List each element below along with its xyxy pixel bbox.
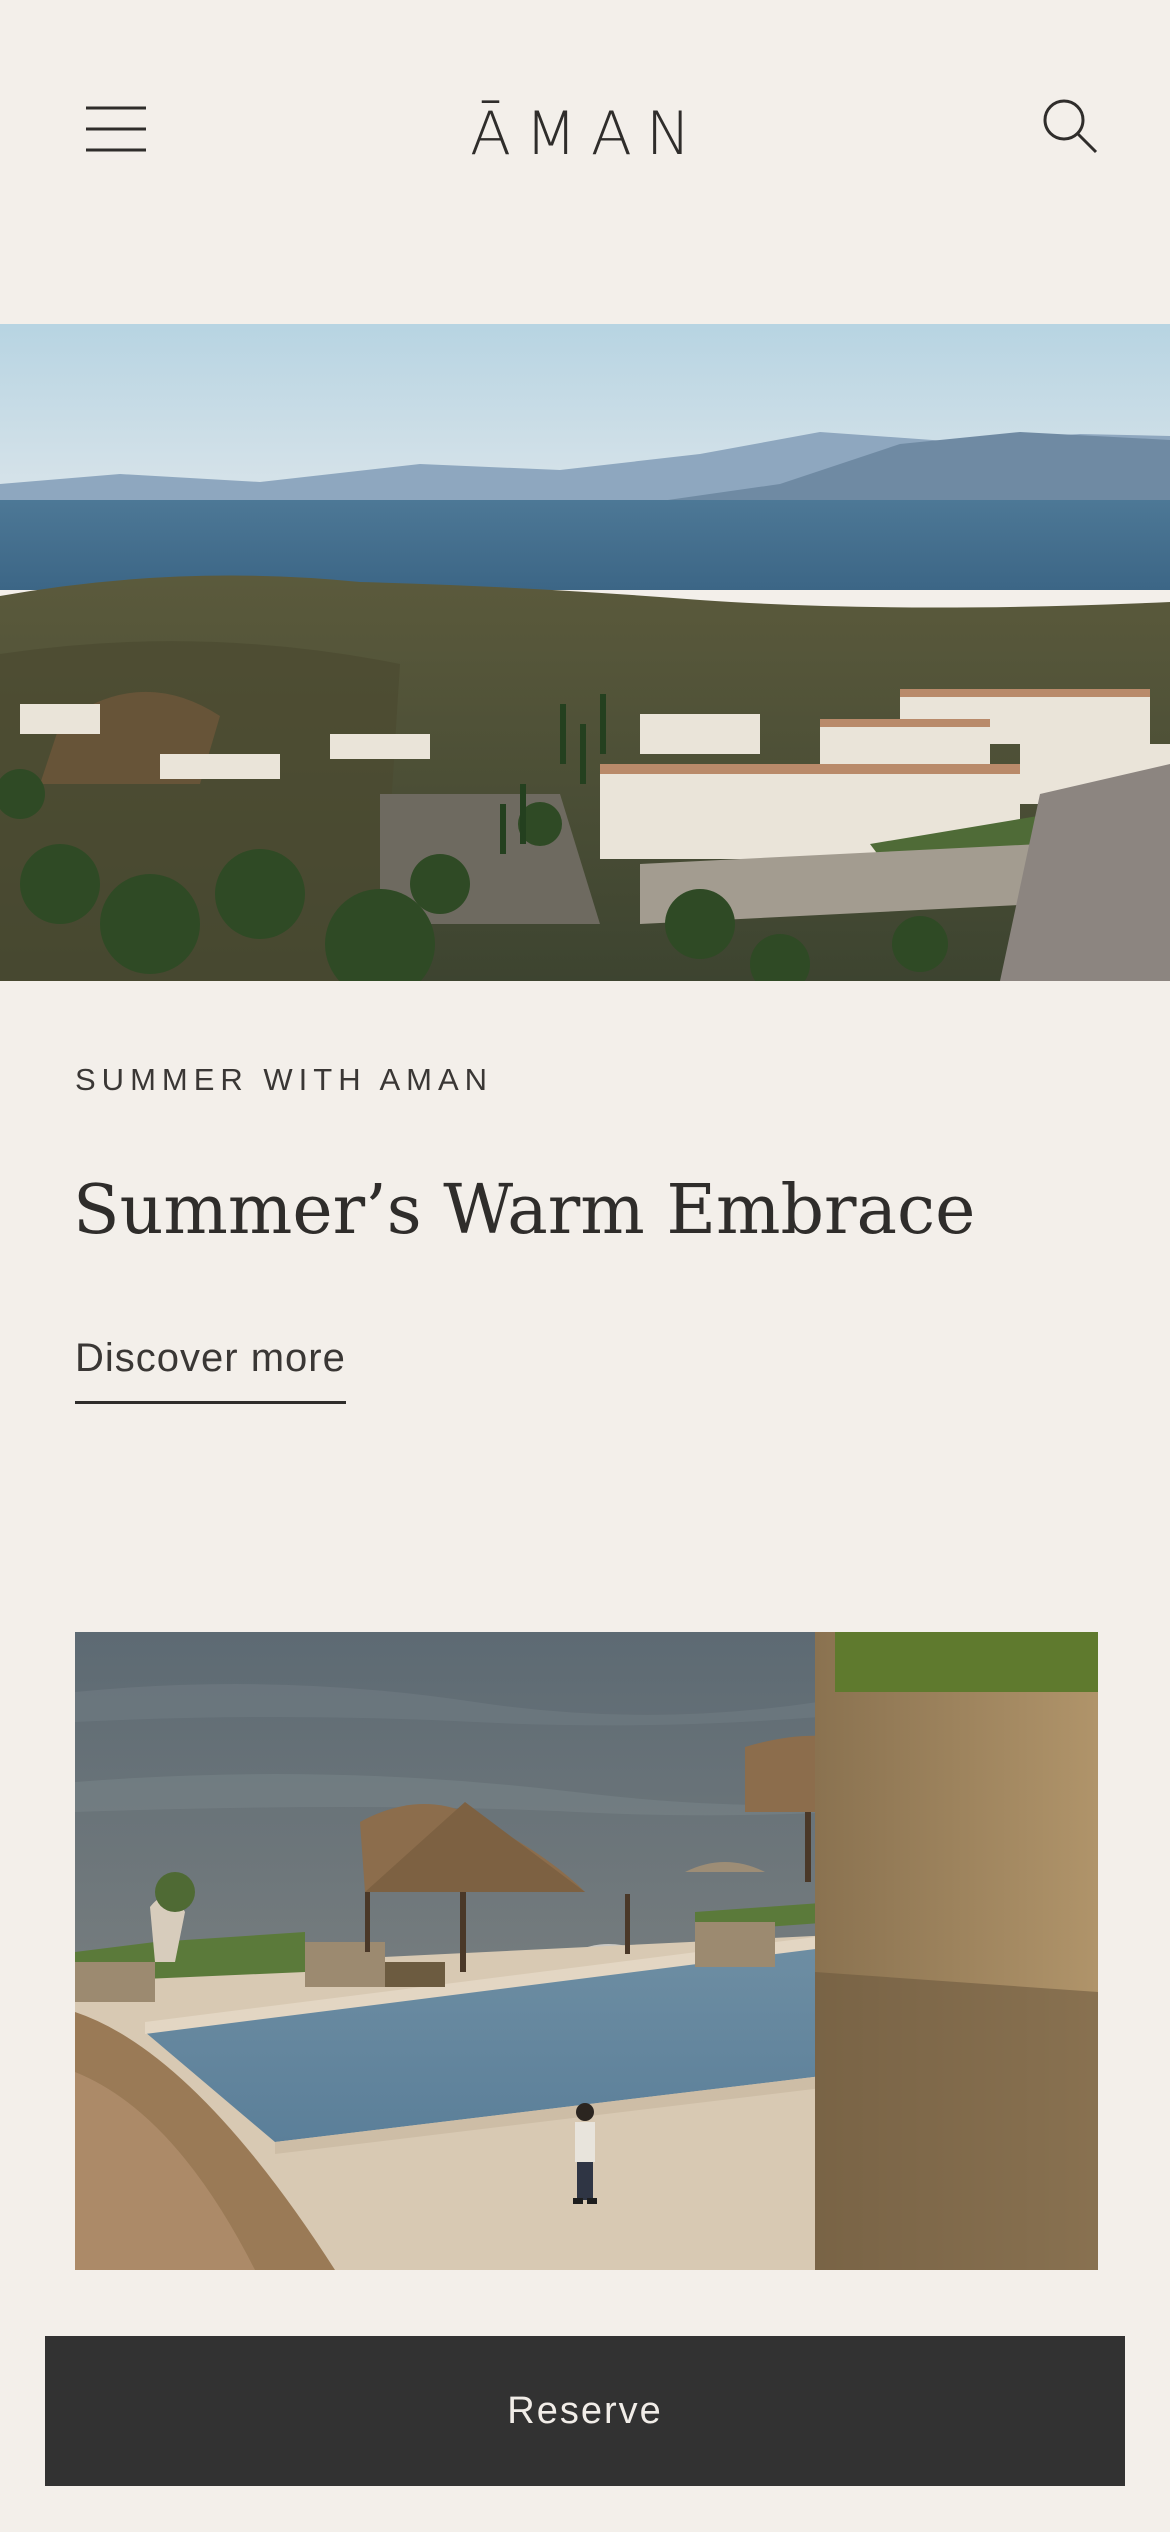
hero-image — [0, 324, 1170, 981]
feature-image — [75, 1632, 1098, 2270]
search-icon — [1043, 99, 1098, 154]
brand-name: ĀMAN — [470, 99, 705, 169]
reserve-button[interactable]: Reserve — [45, 2336, 1125, 2486]
discover-more-link[interactable]: Discover more — [75, 1336, 346, 1404]
brand-logo[interactable]: ĀMAN — [470, 96, 702, 166]
menu-button[interactable] — [84, 100, 148, 158]
site-header: ĀMAN — [0, 0, 1170, 324]
promo-eyebrow: SUMMER WITH AMAN — [75, 1062, 494, 1097]
hamburger-menu-icon — [86, 106, 146, 152]
promo-title: Summer’s Warm Embrace — [73, 1171, 976, 1250]
search-button[interactable] — [1040, 96, 1100, 156]
